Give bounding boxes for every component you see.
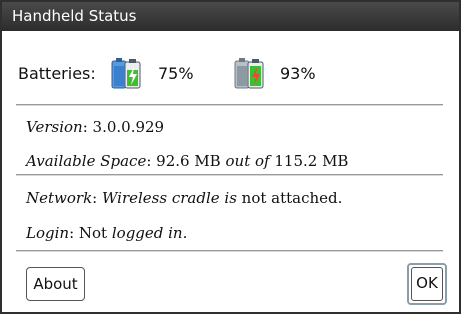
ok-button[interactable]: OK bbox=[407, 263, 447, 305]
about-button[interactable]: About bbox=[26, 267, 85, 301]
battery-1-percent: 75% bbox=[158, 64, 194, 83]
login-value-prefix: Not bbox=[78, 224, 108, 242]
login-label: Login bbox=[26, 224, 70, 242]
battery-icon bbox=[234, 58, 264, 89]
available-space-total: 115.2 MB bbox=[274, 152, 349, 170]
batteries-label: Batteries: bbox=[18, 64, 96, 83]
network-label: Network bbox=[26, 189, 93, 207]
available-space-value: 92.6 MB bbox=[156, 152, 221, 170]
separator bbox=[16, 104, 443, 106]
available-space-line: Available Space: 92.6 MB out of 115.2 MB bbox=[26, 152, 349, 170]
network-line: Network: Wireless cradle is not attached… bbox=[26, 189, 343, 207]
version-value: 3.0.0.929 bbox=[92, 118, 165, 136]
battery-with-adapter-icon bbox=[111, 58, 141, 89]
available-space-label: Available Space bbox=[26, 152, 147, 170]
ok-button-label: OK bbox=[411, 267, 443, 301]
separator bbox=[16, 174, 443, 176]
version-label: Version bbox=[26, 118, 83, 136]
separator bbox=[16, 250, 443, 252]
login-line: Login: Not logged in. bbox=[26, 224, 188, 242]
version-line: Version: 3.0.0.929 bbox=[26, 118, 165, 136]
battery-2-percent: 93% bbox=[280, 64, 316, 83]
network-status: not attached. bbox=[241, 189, 343, 207]
dialog-title: Handheld Status bbox=[2, 2, 459, 31]
handheld-status-dialog: Handheld Status Batteries: 75% 93% Versi… bbox=[0, 0, 461, 314]
network-status-prefix: Wireless cradle is bbox=[102, 189, 237, 207]
login-value: logged in. bbox=[111, 224, 188, 242]
available-space-out-of: out of bbox=[225, 152, 270, 170]
